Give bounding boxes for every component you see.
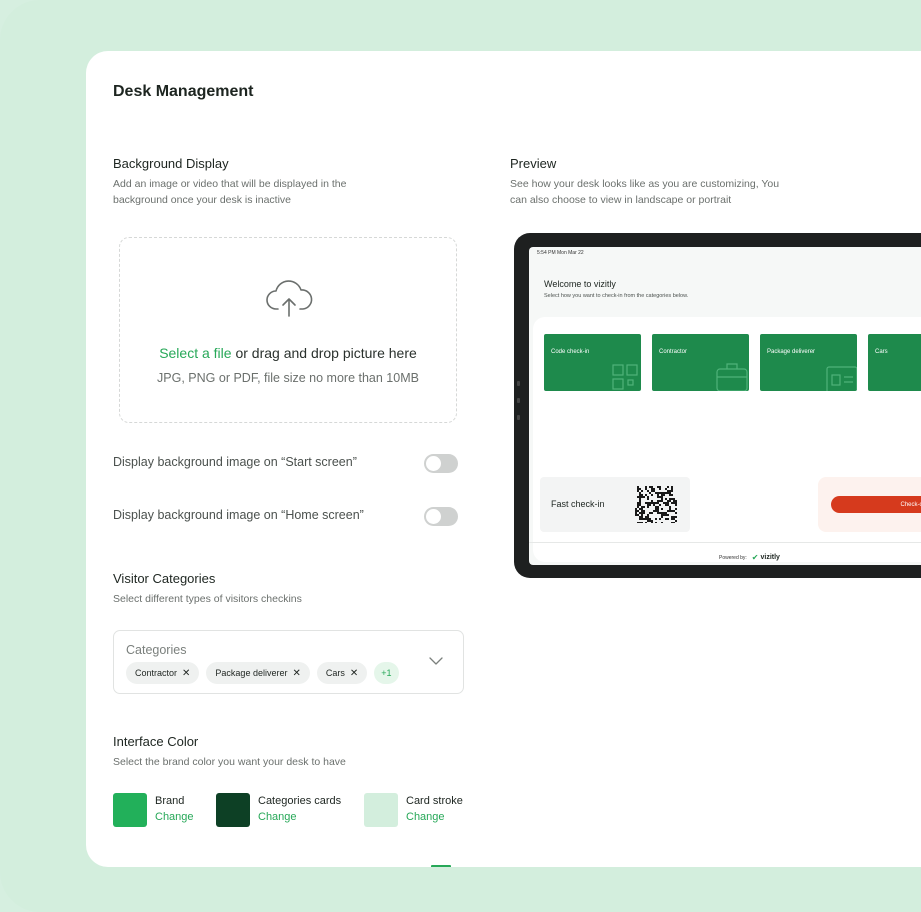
cloud-upload-icon xyxy=(266,280,313,317)
brand-color-swatch[interactable] xyxy=(113,793,147,827)
category-chips: Contractor ✕ Package deliverer ✕ Cars ✕ … xyxy=(126,662,399,684)
change-brand-color-link[interactable]: Change xyxy=(155,811,194,823)
preview-tile-code-checkin: Code check-in xyxy=(544,334,641,391)
swatch-name: Categories cards xyxy=(258,795,342,807)
upload-instruction: Select a file or drag and drop picture h… xyxy=(159,345,417,361)
categories-select[interactable]: Categories Contractor ✕ Package delivere… xyxy=(113,630,464,694)
card-stroke-color-swatch[interactable] xyxy=(364,793,398,827)
visitor-categories-title: Visitor Categories xyxy=(113,571,216,586)
preview-checkout-area: Check-out here xyxy=(818,477,921,532)
change-categories-cards-color-link[interactable]: Change xyxy=(258,811,297,823)
visitor-categories-description: Select different types of visitors check… xyxy=(113,593,302,605)
tablet-side-button xyxy=(517,381,520,386)
toggle-home-screen-label: Display background image on “Home screen… xyxy=(113,508,364,522)
upload-hint: JPG, PNG or PDF, file size no more than … xyxy=(157,371,419,385)
page-title: Desk Management xyxy=(113,83,254,100)
categories-placeholder: Categories xyxy=(126,643,187,657)
tablet-side-button xyxy=(517,398,520,403)
toggle-row-home-screen: Display background image on “Home screen… xyxy=(113,505,458,527)
preview-tile-package-deliverer: Package deliverer xyxy=(760,334,857,391)
qr-code-icon xyxy=(612,364,638,390)
interface-color-description: Select the brand color you want your des… xyxy=(113,756,346,768)
start-screen-toggle[interactable] xyxy=(424,454,458,473)
qr-code-icon xyxy=(635,486,677,523)
more-categories-badge[interactable]: +1 xyxy=(374,662,399,684)
preview-fast-checkin: Fast check-in xyxy=(540,477,690,532)
scroll-indicator xyxy=(431,865,451,867)
remove-chip-icon[interactable]: ✕ xyxy=(350,668,358,679)
tablet-preview: 5:54 PM Mon Mar 22 Welcome to vizitly Se… xyxy=(514,233,921,578)
remove-chip-icon[interactable]: ✕ xyxy=(292,668,300,679)
select-file-link[interactable]: Select a file xyxy=(159,345,231,361)
tablet-screen: 5:54 PM Mon Mar 22 Welcome to vizitly Se… xyxy=(529,247,921,565)
preview-tile-contractor: Contractor xyxy=(652,334,749,391)
briefcase-icon xyxy=(716,363,748,391)
preview-title: Preview xyxy=(510,156,557,171)
swatch-name: Brand xyxy=(155,795,185,807)
preview-welcome-subtitle: Select how you want to check-in from the… xyxy=(544,293,689,299)
preview-description: See how your desk looks like as you are … xyxy=(510,178,780,206)
swatch-name: Card stroke xyxy=(406,795,463,807)
toggle-knob xyxy=(426,509,441,524)
interface-color-title: Interface Color xyxy=(113,734,199,749)
preview-powered-by: Powered by: ✔ vizitly xyxy=(719,553,780,562)
remove-chip-icon[interactable]: ✕ xyxy=(182,668,190,679)
tablet-side-button xyxy=(517,415,520,420)
tablet-status-bar: 5:54 PM Mon Mar 22 xyxy=(537,250,584,256)
change-card-stroke-color-link[interactable]: Change xyxy=(406,811,445,823)
home-screen-toggle[interactable] xyxy=(424,507,458,526)
chip-contractor: Contractor ✕ xyxy=(126,662,200,684)
background-display-description: Add an image or video that will be displ… xyxy=(113,178,347,206)
package-icon xyxy=(826,366,857,391)
preview-footer-divider xyxy=(529,542,921,543)
chip-package-deliverer: Package deliverer ✕ xyxy=(206,662,310,684)
vizitly-logo-icon: ✔ xyxy=(751,553,759,562)
categories-cards-color-swatch[interactable] xyxy=(216,793,250,827)
desk-management-panel: Desk Management Background Display Add a… xyxy=(86,51,921,867)
toggle-knob xyxy=(426,456,441,471)
upload-dropzone[interactable]: Select a file or drag and drop picture h… xyxy=(119,237,457,423)
background-display-title: Background Display xyxy=(113,156,229,171)
toggle-row-start-screen: Display background image on “Start scree… xyxy=(113,452,458,474)
vizitly-logo: ✔ vizitly xyxy=(751,553,780,562)
preview-tile-cars: Cars xyxy=(868,334,921,391)
chip-cars: Cars ✕ xyxy=(316,662,368,684)
chevron-down-icon[interactable] xyxy=(429,656,443,666)
preview-welcome-title: Welcome to vizitly xyxy=(544,279,616,289)
toggle-start-screen-label: Display background image on “Start scree… xyxy=(113,455,357,469)
preview-checkout-button: Check-out here xyxy=(831,496,921,513)
